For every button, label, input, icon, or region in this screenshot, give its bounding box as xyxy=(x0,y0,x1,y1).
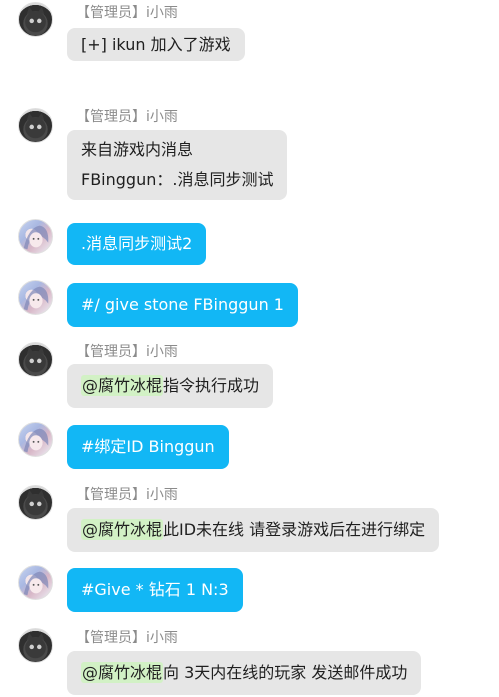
anime-avatar-icon xyxy=(23,225,49,250)
mention-tag[interactable]: @腐竹冰棍 xyxy=(81,662,164,683)
message-text: 指令执行成功 xyxy=(163,376,260,395)
avatar[interactable] xyxy=(18,485,53,520)
message-bubble[interactable]: @腐竹冰棍指令执行成功 xyxy=(67,364,274,408)
avatar[interactable] xyxy=(18,628,53,663)
message-text: 向 3天内在线的玩家 发送邮件成功 xyxy=(163,663,408,682)
message-bubble[interactable]: #绑定ID Binggun xyxy=(67,425,229,469)
sender-name: 【管理员】i小雨 xyxy=(76,344,178,360)
cat-avatar-icon xyxy=(25,346,46,373)
avatar[interactable] xyxy=(18,565,53,600)
message-text: #绑定ID Binggun xyxy=(81,437,215,456)
message-bubble[interactable]: #/ give stone FBinggun 1 xyxy=(67,283,298,327)
anime-avatar-icon xyxy=(23,571,49,596)
avatar[interactable] xyxy=(18,2,53,37)
cat-avatar-icon xyxy=(25,6,46,33)
cat-avatar-icon xyxy=(25,112,46,139)
message-bubble[interactable]: [+] ikun 加入了游戏 xyxy=(67,28,245,61)
message-bubble[interactable]: .消息同步测试2 xyxy=(67,223,207,265)
message-text: .消息同步测试2 xyxy=(81,234,193,253)
avatar[interactable] xyxy=(18,280,53,315)
message-text-line: FBinggun：.消息同步测试 xyxy=(81,170,274,189)
sender-name: 【管理员】i小雨 xyxy=(76,109,178,125)
avatar[interactable] xyxy=(18,219,53,254)
mention-tag[interactable]: @腐竹冰棍 xyxy=(81,519,164,540)
avatar[interactable] xyxy=(18,342,53,377)
anime-avatar-icon xyxy=(23,286,49,311)
mention-tag[interactable]: @腐竹冰棍 xyxy=(81,375,164,396)
message-bubble[interactable]: #Give * 钻石 1 N:3 xyxy=(67,568,243,612)
message-text: 此ID未在线 请登录游戏后在进行绑定 xyxy=(163,520,426,539)
message-text-line: 来自游戏内消息 xyxy=(81,140,194,159)
sender-name: 【管理员】i小雨 xyxy=(76,5,178,21)
message-text: #Give * 钻石 1 N:3 xyxy=(81,580,229,599)
message-bubble[interactable]: 来自游戏内消息 FBinggun：.消息同步测试 xyxy=(67,130,288,200)
message-bubble[interactable]: @腐竹冰棍向 3天内在线的玩家 发送邮件成功 xyxy=(67,651,422,695)
avatar[interactable] xyxy=(18,422,53,457)
message-bubble[interactable]: @腐竹冰棍此ID未在线 请登录游戏后在进行绑定 xyxy=(67,508,440,552)
anime-avatar-icon xyxy=(23,428,49,453)
cat-avatar-icon xyxy=(25,489,46,516)
cat-avatar-icon xyxy=(25,632,46,659)
avatar[interactable] xyxy=(18,108,53,143)
message-text: [+] ikun 加入了游戏 xyxy=(81,35,231,54)
sender-name: 【管理员】i小雨 xyxy=(76,487,178,503)
message-text: #/ give stone FBinggun 1 xyxy=(81,295,284,314)
sender-name: 【管理员】i小雨 xyxy=(76,630,178,646)
